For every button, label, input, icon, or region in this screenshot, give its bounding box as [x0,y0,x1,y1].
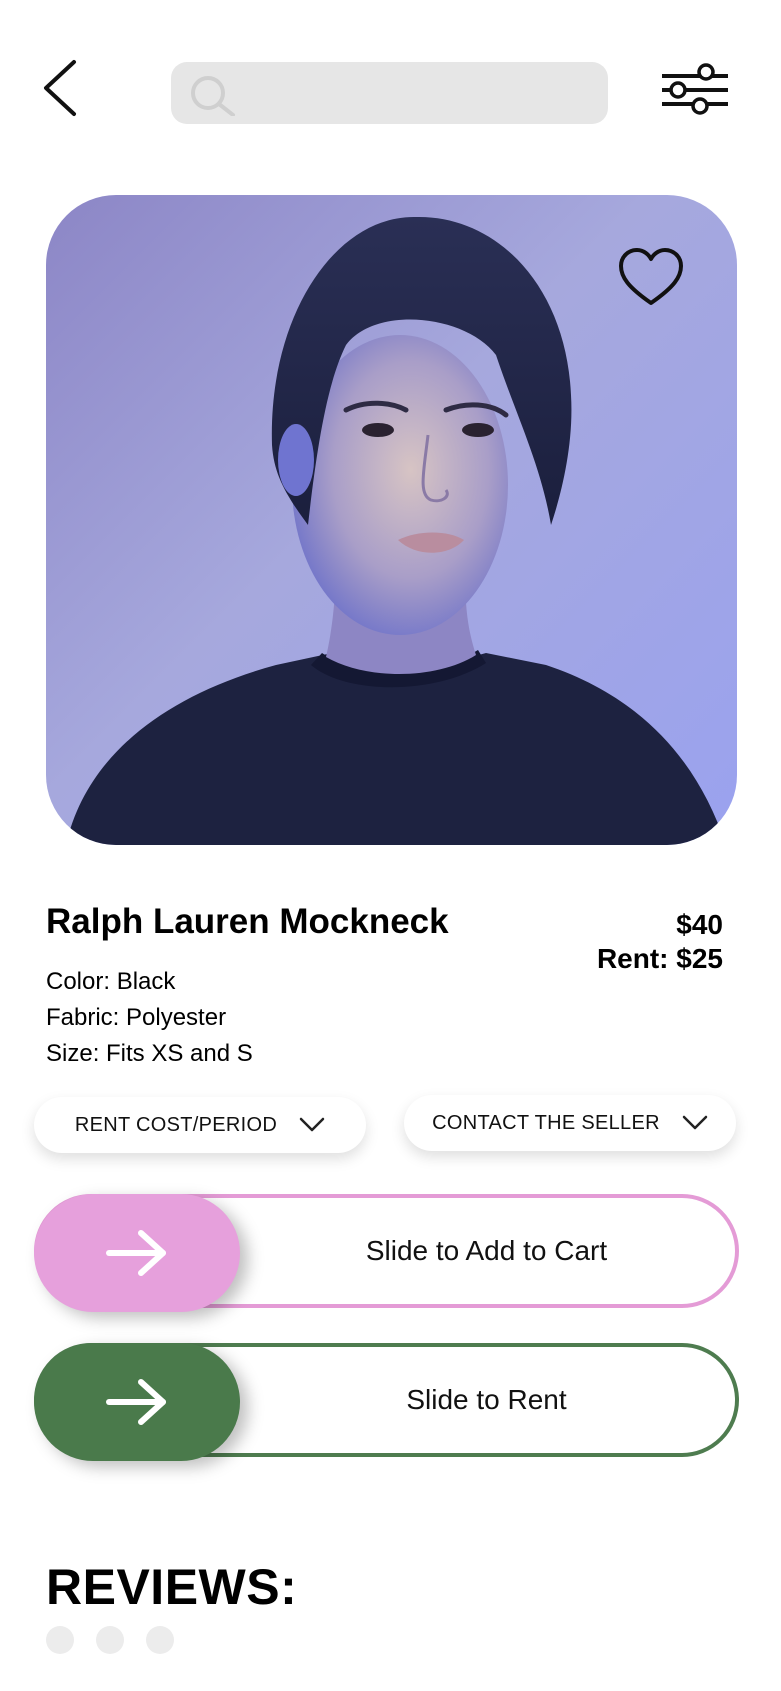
rent-cost-dropdown[interactable]: RENT COST/PERIOD [34,1097,366,1153]
review-placeholder-dot [46,1626,74,1654]
contact-seller-label: CONTACT THE SELLER [432,1111,660,1134]
review-placeholder-dot [146,1626,174,1654]
back-button[interactable] [40,58,90,122]
contact-seller-dropdown[interactable]: CONTACT THE SELLER [404,1095,736,1151]
price-block: $40 Rent: $25 [597,908,723,976]
buy-price: $40 [676,909,723,940]
filter-button[interactable] [660,62,730,118]
slide-to-rent[interactable]: Slide to Rent [34,1343,739,1461]
cart-slider-label: Slide to Add to Cart [365,1235,608,1266]
search-input[interactable] [241,62,595,126]
reviews-heading: REVIEWS: [46,1559,298,1615]
spec-fabric: Fabric: Polyester [46,1004,227,1031]
chevron-left-icon [44,60,76,116]
slide-to-cart[interactable]: Slide to Add to Cart [34,1194,739,1312]
cart-slider-handle[interactable] [34,1194,240,1312]
search-icon [191,76,235,116]
spec-size: Size: Fits XS and S [46,1040,253,1067]
sliders-icon [662,63,728,115]
arrow-right-icon [106,1379,166,1425]
heart-icon [619,248,683,305]
search-bar[interactable] [171,62,608,126]
rent-slider-label: Slide to Rent [406,1384,567,1415]
favorite-button[interactable] [618,247,684,309]
product-name: Ralph Lauren Mockneck [46,902,449,941]
chevron-down-icon [682,1115,708,1130]
chevron-down-icon [299,1117,325,1132]
rent-cost-label: RENT COST/PERIOD [74,1113,278,1136]
rent-slider-handle[interactable] [34,1343,240,1461]
spec-color: Color: Black [46,968,176,995]
review-placeholder-dot [96,1626,124,1654]
arrow-right-icon [106,1230,166,1276]
rent-price: Rent: $25 [596,943,723,974]
